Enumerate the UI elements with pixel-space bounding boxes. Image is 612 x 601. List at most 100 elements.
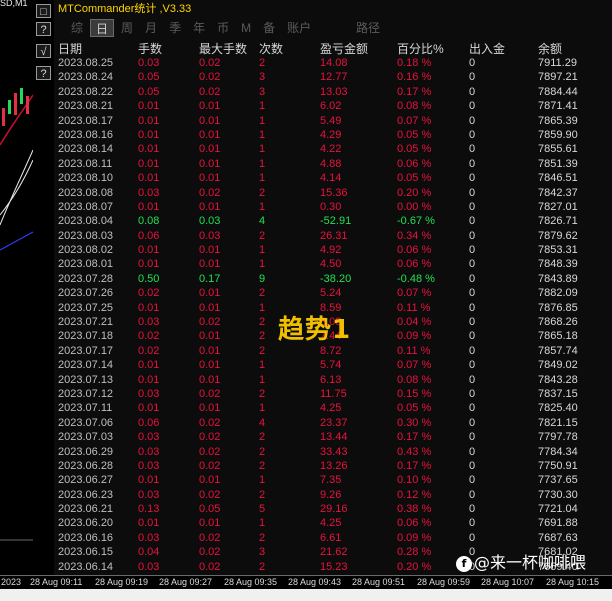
table-row[interactable]: 2023.06.20 0.01 0.01 1 4.25 0.06 % 0 7691.88 (54, 516, 612, 530)
cell-lots: 0.03 (138, 459, 160, 472)
cell-percent: 0.11 % (397, 301, 431, 314)
table-row[interactable]: 2023.08.11 0.01 0.01 1 4.88 0.06 % 0 7851.39 (54, 157, 612, 171)
tab-m[interactable]: M (236, 19, 256, 37)
table-row[interactable]: 2023.08.24 0.05 0.02 3 12.77 0.16 % 0 7897.21 (54, 70, 612, 84)
tab-account[interactable]: 账户 (282, 19, 316, 37)
cell-percent: 0.38 % (397, 503, 432, 516)
table-row[interactable]: 2023.06.27 0.01 0.01 1 7.35 0.10 % 0 7737.65 (54, 473, 612, 487)
cell-percent: -0.48 % (397, 272, 435, 285)
cell-percent: 0.06 % (397, 258, 432, 271)
cell-date: 2023.08.08 (58, 186, 114, 199)
cell-max-lots: 0.02 (199, 531, 221, 544)
table-row[interactable]: 2023.08.22 0.05 0.02 3 13.03 0.17 % 0 7884.44 (54, 85, 612, 99)
cell-lots: 0.02 (138, 344, 160, 357)
cell-balance: 7842.37 (538, 186, 578, 199)
tab-week[interactable]: 周 (116, 19, 138, 37)
table-row[interactable]: 2023.08.08 0.03 0.02 2 15.36 0.20 % 0 7842.37 (54, 186, 612, 200)
cell-balance: 7784.34 (538, 445, 578, 458)
table-row[interactable]: 2023.07.06 0.06 0.02 4 23.37 0.30 % 0 7821.15 (54, 416, 612, 430)
cell-max-lots: 0.01 (199, 100, 221, 113)
cell-max-lots: 0.01 (199, 128, 221, 141)
time-axis-tick: 28 Aug 09:11 (30, 577, 83, 587)
cell-percent: 0.10 % (397, 474, 432, 487)
table-row[interactable]: 2023.07.28 0.50 0.17 9 -38.20 -0.48 % 0 7843.89 (54, 272, 612, 286)
cell-deposit: 0 (469, 287, 476, 300)
cell-max-lots: 0.02 (199, 387, 221, 400)
tab-day[interactable]: 日 (90, 19, 115, 37)
cell-count: 9 (259, 272, 266, 285)
cell-count: 1 (259, 359, 266, 372)
table-row[interactable]: 2023.07.03 0.03 0.02 2 13.44 0.17 % 0 7797.78 (54, 430, 612, 444)
cell-count: 1 (259, 100, 266, 113)
table-row[interactable]: 2023.08.01 0.01 0.01 1 4.50 0.06 % 0 7848.39 (54, 257, 612, 271)
cell-deposit: 0 (469, 215, 476, 228)
table-row[interactable]: 2023.06.29 0.03 0.02 2 33.43 0.43 % 0 7784.34 (54, 445, 612, 459)
tab-path[interactable]: 路径 (356, 19, 380, 37)
table-row[interactable]: 2023.08.17 0.01 0.01 1 5.49 0.07 % 0 7865.39 (54, 114, 612, 128)
cell-percent: -0.67 % (397, 215, 435, 228)
cell-lots: 0.01 (138, 114, 160, 127)
cell-percent: 0.05 % (397, 172, 432, 185)
table-row[interactable]: 2023.06.16 0.03 0.02 2 6.61 0.09 % 0 7687.63 (54, 531, 612, 545)
cell-lots: 0.50 (138, 272, 160, 285)
table-row[interactable]: 2023.06.21 0.13 0.05 5 29.16 0.38 % 0 7721.04 (54, 502, 612, 516)
table-row[interactable]: 2023.07.26 0.02 0.01 2 5.24 0.07 % 0 7882.09 (54, 286, 612, 300)
table-row[interactable]: 2023.08.21 0.01 0.01 1 6.02 0.08 % 0 7871.41 (54, 99, 612, 113)
cell-deposit: 0 (469, 503, 476, 516)
tab-month[interactable]: 月 (140, 19, 162, 37)
table-row[interactable]: 2023.08.10 0.01 0.01 1 4.14 0.05 % 0 7846.51 (54, 171, 612, 185)
table-row[interactable]: 2023.08.14 0.01 0.01 1 4.22 0.05 % 0 7855.61 (54, 142, 612, 156)
cell-profit: 6.61 (320, 531, 342, 544)
time-axis-tick: 28 Aug 09:27 (159, 577, 213, 587)
cell-max-lots: 0.02 (199, 85, 221, 98)
window-button[interactable]: □ (36, 4, 51, 18)
cell-date: 2023.07.21 (58, 316, 114, 329)
tab-summary[interactable]: 综 (66, 19, 88, 37)
cell-max-lots: 0.02 (199, 186, 221, 199)
check-button[interactable]: √ (36, 44, 51, 58)
time-axis-tick: 28 Aug 09:35 (224, 577, 278, 587)
cell-percent: 0.05 % (397, 402, 432, 415)
cell-max-lots: 0.01 (199, 143, 221, 156)
cell-lots: 0.01 (138, 517, 160, 530)
table-row[interactable]: 2023.08.07 0.01 0.01 1 0.30 0.00 % 0 7827.01 (54, 200, 612, 214)
table-row[interactable]: 2023.06.28 0.03 0.02 2 13.26 0.17 % 0 7750.91 (54, 459, 612, 473)
cell-balance: 7691.88 (538, 517, 578, 530)
cell-profit: 14.08 (320, 57, 348, 69)
table-row[interactable]: 2023.08.16 0.01 0.01 1 4.29 0.05 % 0 7859.90 (54, 128, 612, 142)
cell-balance: 7797.78 (538, 431, 578, 444)
cell-max-lots: 0.02 (199, 560, 221, 573)
bottom-strip (0, 589, 612, 601)
side-button-strip: □ ? √ ? (33, 0, 54, 575)
cell-lots: 0.03 (138, 186, 160, 199)
time-axis-tick: 28 Aug 10:15 (546, 577, 600, 587)
table-row[interactable]: 2023.08.04 0.08 0.03 4 -52.91 -0.67 % 0 7826.71 (54, 214, 612, 228)
cell-deposit: 0 (469, 244, 476, 257)
tab-quarter[interactable]: 季 (164, 19, 186, 37)
help-button-2[interactable]: ? (36, 66, 51, 80)
table-row[interactable]: 2023.06.23 0.03 0.02 2 9.26 0.12 % 0 7730.30 (54, 488, 612, 502)
table-row[interactable]: 2023.07.14 0.01 0.01 1 5.74 0.07 % 0 7849.02 (54, 358, 612, 372)
cell-date: 2023.08.22 (58, 85, 114, 98)
tab-year[interactable]: 年 (188, 19, 210, 37)
cell-percent: 0.08 % (397, 100, 432, 113)
cell-deposit: 0 (469, 128, 476, 141)
cell-balance: 7821.15 (538, 416, 578, 429)
table-row[interactable]: 2023.08.25 0.03 0.02 2 14.08 0.18 % 0 7911.29 (54, 56, 612, 70)
cell-max-lots: 0.02 (199, 445, 221, 458)
cell-date: 2023.06.14 (58, 560, 114, 573)
table-row[interactable]: 2023.08.02 0.01 0.01 1 4.92 0.06 % 0 7853.31 (54, 243, 612, 257)
cell-balance: 7687.63 (538, 531, 578, 544)
cell-percent: 0.11 % (397, 344, 431, 357)
table-row[interactable]: 2023.07.12 0.03 0.02 2 11.75 0.15 % 0 7837.15 (54, 387, 612, 401)
table-row[interactable]: 2023.07.11 0.01 0.01 1 4.25 0.05 % 0 7825.40 (54, 401, 612, 415)
cell-balance: 7851.39 (538, 157, 578, 170)
cell-profit: 7.35 (320, 474, 342, 487)
cell-count: 2 (259, 387, 266, 400)
table-row[interactable]: 2023.08.03 0.06 0.03 2 26.31 0.34 % 0 7879.62 (54, 229, 612, 243)
help-button[interactable]: ? (36, 22, 51, 36)
cell-deposit: 0 (469, 459, 476, 472)
table-row[interactable]: 2023.07.13 0.01 0.01 1 6.13 0.08 % 0 7843.28 (54, 373, 612, 387)
tab-currency[interactable]: 币 (212, 19, 234, 37)
tab-note[interactable]: 备 (258, 19, 280, 37)
